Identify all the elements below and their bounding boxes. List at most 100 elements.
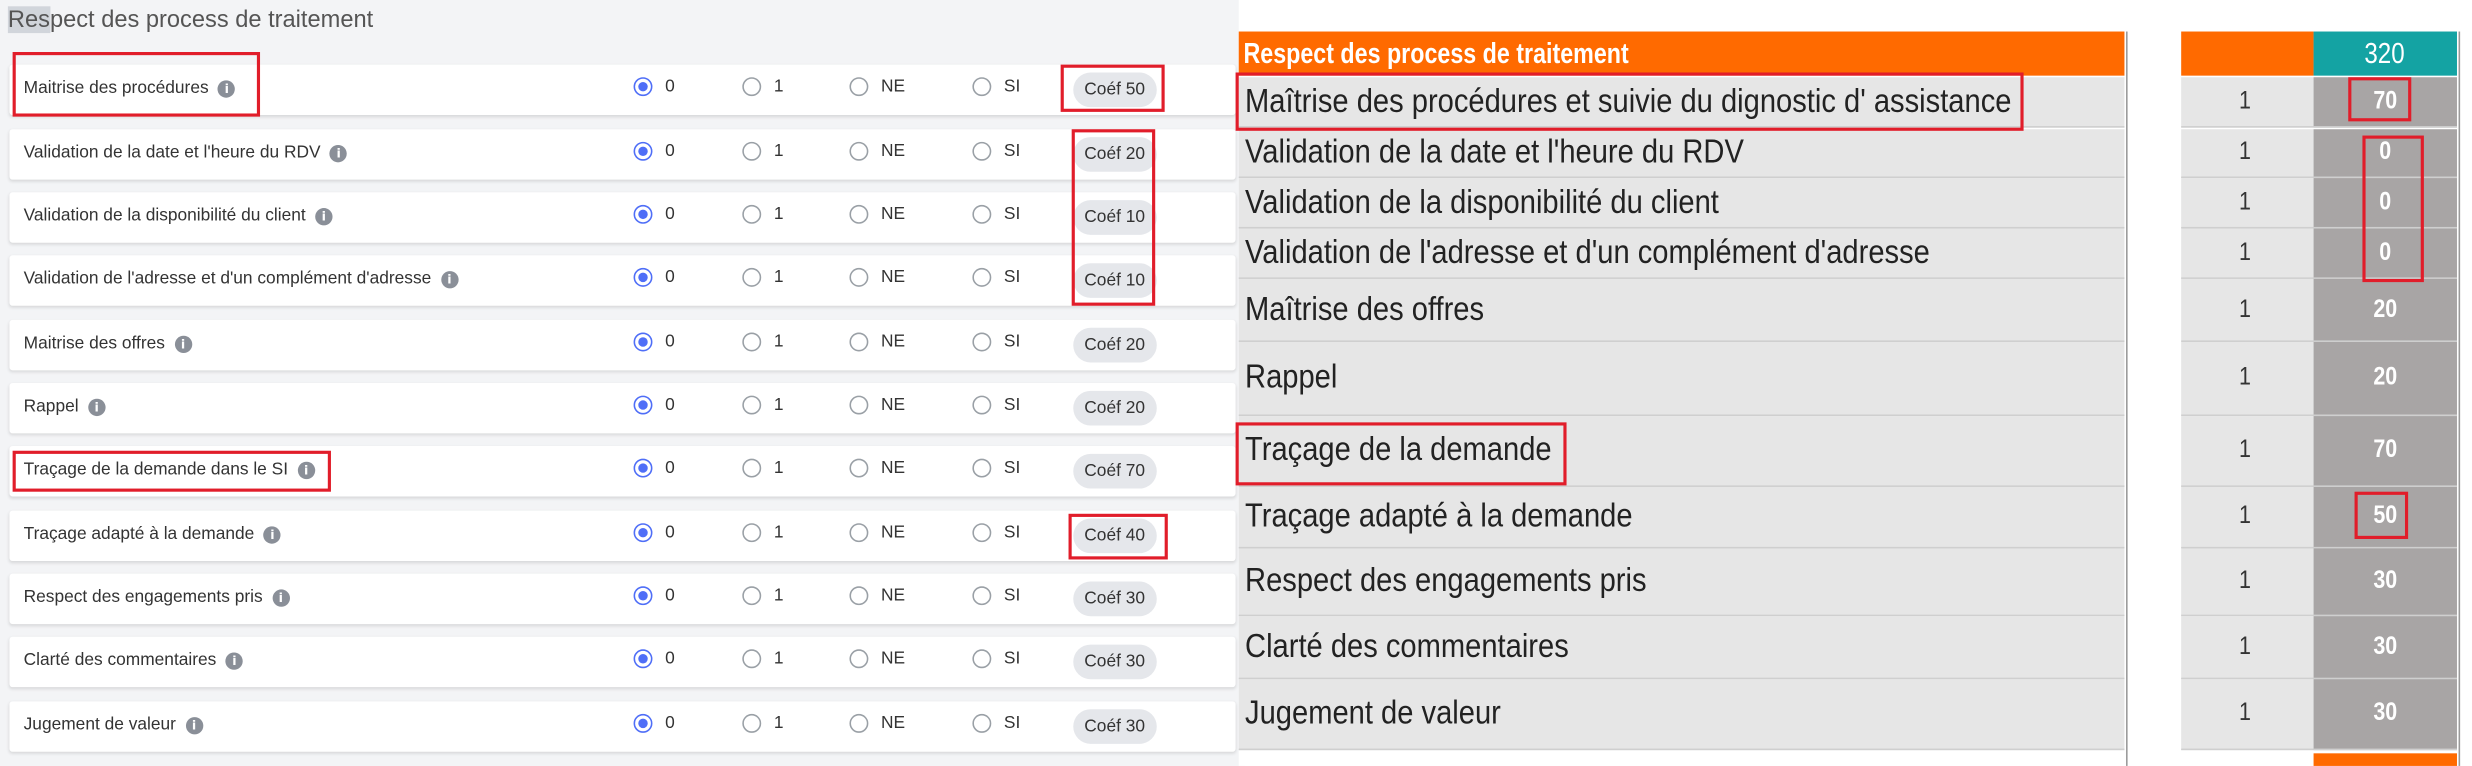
- radio-button[interactable]: [972, 458, 992, 478]
- info-icon[interactable]: i: [185, 716, 203, 734]
- info-icon[interactable]: i: [315, 207, 333, 225]
- radio-option[interactable]: SI: [972, 649, 1020, 669]
- radio-button[interactable]: [972, 77, 992, 97]
- radio-button[interactable]: [633, 267, 653, 287]
- radio-button[interactable]: [742, 332, 762, 352]
- radio-button[interactable]: [633, 523, 653, 543]
- radio-option[interactable]: 0: [633, 332, 675, 352]
- radio-option[interactable]: SI: [972, 586, 1020, 606]
- radio-button[interactable]: [972, 267, 992, 287]
- sheet-label-cell[interactable]: Respect des engagements pris: [1238, 548, 2125, 617]
- radio-button[interactable]: [633, 586, 653, 606]
- radio-option[interactable]: NE: [849, 332, 905, 352]
- radio-button[interactable]: [742, 713, 762, 733]
- radio-button[interactable]: [849, 395, 869, 415]
- radio-button[interactable]: [742, 586, 762, 606]
- radio-option[interactable]: NE: [849, 267, 905, 287]
- radio-option[interactable]: SI: [972, 713, 1020, 733]
- info-icon[interactable]: i: [225, 651, 244, 670]
- sheet-score-cell[interactable]: 70: [2313, 416, 2457, 487]
- radio-option[interactable]: SI: [972, 395, 1020, 415]
- radio-button[interactable]: [849, 713, 869, 733]
- radio-button[interactable]: [742, 141, 762, 161]
- radio-option[interactable]: 1: [742, 523, 783, 543]
- sheet-count-cell[interactable]: 1: [2181, 416, 2314, 487]
- radio-button[interactable]: [633, 141, 653, 161]
- radio-button[interactable]: [849, 204, 869, 224]
- sheet-score-cell[interactable]: 20: [2313, 341, 2457, 417]
- radio-button[interactable]: [742, 77, 762, 97]
- radio-button[interactable]: [849, 267, 869, 287]
- sheet-label-cell[interactable]: Jugement de valeur: [1238, 679, 2125, 751]
- sheet-count-cell[interactable]: 1: [2181, 77, 2314, 128]
- radio-option[interactable]: 1: [742, 395, 783, 415]
- radio-option[interactable]: SI: [972, 332, 1020, 352]
- radio-button[interactable]: [972, 523, 992, 543]
- radio-button[interactable]: [742, 204, 762, 224]
- radio-button[interactable]: [849, 523, 869, 543]
- radio-option[interactable]: NE: [849, 395, 905, 415]
- radio-option[interactable]: 0: [633, 523, 675, 543]
- sheet-count-cell[interactable]: 1: [2181, 129, 2314, 179]
- info-icon[interactable]: i: [88, 397, 106, 416]
- radio-option[interactable]: 0: [633, 77, 675, 97]
- sheet-label-cell[interactable]: Validation de la disponibilité du client: [1238, 178, 2125, 229]
- radio-option[interactable]: 1: [742, 586, 783, 606]
- radio-option[interactable]: 0: [633, 267, 675, 287]
- radio-option[interactable]: 1: [742, 267, 783, 287]
- radio-button[interactable]: [633, 77, 653, 97]
- sheet-label-cell[interactable]: Validation de l'adresse et d'un compléme…: [1238, 228, 2125, 279]
- radio-button[interactable]: [742, 523, 762, 543]
- radio-option[interactable]: SI: [972, 267, 1020, 287]
- radio-option[interactable]: 0: [633, 458, 675, 478]
- sheet-label-cell[interactable]: Validation de la date et l'heure du RDV: [1238, 129, 2125, 179]
- radio-option[interactable]: 0: [633, 204, 675, 224]
- radio-button[interactable]: [742, 395, 762, 415]
- radio-button[interactable]: [633, 332, 653, 352]
- sheet-count-cell[interactable]: 1: [2181, 228, 2314, 279]
- radio-button[interactable]: [633, 204, 653, 224]
- radio-button[interactable]: [633, 649, 653, 669]
- radio-option[interactable]: SI: [972, 141, 1020, 161]
- radio-option[interactable]: NE: [849, 713, 905, 733]
- radio-option[interactable]: 0: [633, 395, 675, 415]
- sheet-label-cell[interactable]: Clarté des commentaires: [1238, 616, 2125, 680]
- radio-button[interactable]: [633, 458, 653, 478]
- radio-option[interactable]: SI: [972, 204, 1020, 224]
- radio-option[interactable]: NE: [849, 458, 905, 478]
- radio-button[interactable]: [633, 395, 653, 415]
- radio-option[interactable]: NE: [849, 523, 905, 543]
- sheet-label-cell[interactable]: Traçage adapté à la demande: [1238, 486, 2125, 549]
- radio-option[interactable]: NE: [849, 77, 905, 97]
- radio-button[interactable]: [742, 267, 762, 287]
- sheet-count-cell[interactable]: 1: [2181, 278, 2314, 342]
- info-icon[interactable]: i: [272, 588, 290, 606]
- radio-button[interactable]: [972, 332, 992, 352]
- sheet-label-cell[interactable]: Rappel: [1238, 341, 2125, 417]
- radio-option[interactable]: 1: [742, 458, 783, 478]
- radio-option[interactable]: NE: [849, 204, 905, 224]
- radio-button[interactable]: [972, 649, 992, 669]
- sheet-count-cell[interactable]: 1: [2181, 341, 2314, 417]
- sheet-count-cell[interactable]: 1: [2181, 548, 2314, 617]
- sheet-count-cell[interactable]: 1: [2181, 486, 2314, 549]
- radio-option[interactable]: 0: [633, 141, 675, 161]
- radio-button[interactable]: [972, 586, 992, 606]
- radio-option[interactable]: 1: [742, 204, 783, 224]
- radio-button[interactable]: [849, 332, 869, 352]
- radio-option[interactable]: 0: [633, 713, 675, 733]
- sheet-score-cell[interactable]: 30: [2313, 679, 2457, 751]
- radio-option[interactable]: 1: [742, 332, 783, 352]
- radio-button[interactable]: [972, 395, 992, 415]
- radio-button[interactable]: [972, 141, 992, 161]
- radio-button[interactable]: [633, 713, 653, 733]
- radio-option[interactable]: 0: [633, 586, 675, 606]
- sheet-score-cell[interactable]: 20: [2313, 278, 2457, 342]
- radio-option[interactable]: 1: [742, 141, 783, 161]
- radio-option[interactable]: SI: [972, 523, 1020, 543]
- sheet-score-cell[interactable]: 30: [2313, 616, 2457, 680]
- sheet-label-cell[interactable]: Maîtrise des offres: [1238, 278, 2125, 342]
- radio-option[interactable]: SI: [972, 458, 1020, 478]
- radio-option[interactable]: NE: [849, 141, 905, 161]
- radio-button[interactable]: [849, 586, 869, 606]
